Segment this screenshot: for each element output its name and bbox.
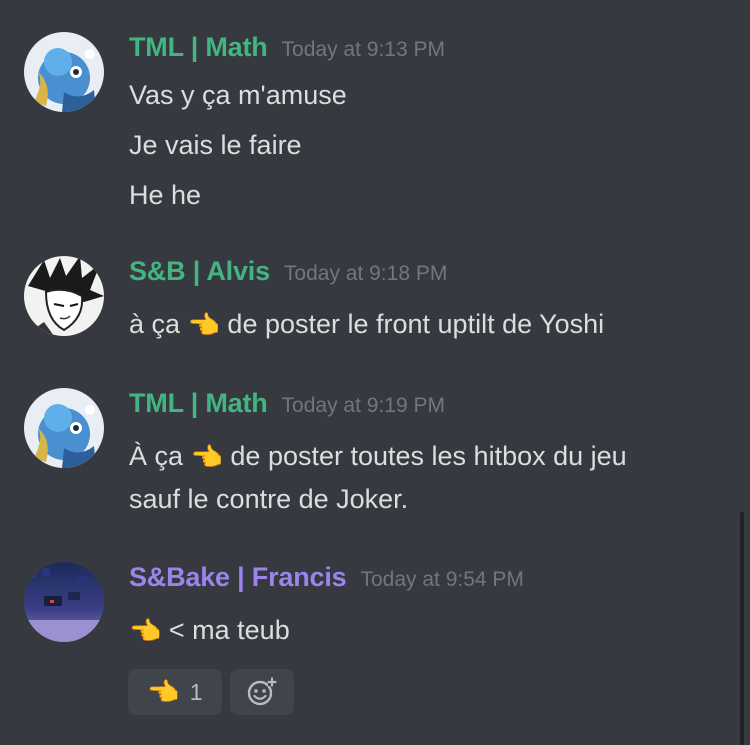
message-text: À ça 👈 de poster toutes les hitbox du je… bbox=[129, 441, 627, 473]
timestamp: Today at 9:54 PM bbox=[360, 568, 524, 591]
message-text-part: À ça bbox=[129, 441, 191, 471]
message-text: Vas y ça m'amuse bbox=[129, 80, 347, 110]
dark-night-avatar-icon bbox=[24, 562, 104, 642]
message-text: à ça 👈 de poster le front uptilt de Yosh… bbox=[129, 309, 604, 341]
blue-character-avatar-icon bbox=[24, 388, 104, 468]
avatar[interactable] bbox=[24, 562, 104, 642]
message-text-part: à ça bbox=[129, 309, 188, 339]
avatar[interactable] bbox=[24, 388, 104, 468]
message-text: Je vais le faire bbox=[129, 130, 302, 160]
username[interactable]: TML | Math bbox=[129, 388, 268, 418]
backhand-index-pointing-left-icon: 👈 bbox=[187, 310, 220, 341]
blue-character-avatar-icon bbox=[24, 32, 104, 112]
reaction-count: 1 bbox=[189, 678, 203, 705]
timestamp: Today at 9:19 PM bbox=[281, 394, 445, 417]
message-text-part: de poster le front uptilt de Yoshi bbox=[219, 309, 605, 339]
avatar[interactable] bbox=[24, 256, 104, 336]
reaction-button[interactable]: 👈 1 bbox=[128, 669, 222, 715]
manga-sketch-avatar-icon bbox=[24, 256, 104, 336]
message-header: S&B | Alvis Today at 9:18 PM bbox=[129, 256, 447, 287]
avatar[interactable] bbox=[24, 32, 104, 112]
chat-messages: TML | Math Today at 9:13 PM Vas y ça m'am… bbox=[0, 0, 750, 745]
username[interactable]: TML | Math bbox=[129, 32, 268, 62]
add-reaction-button[interactable] bbox=[230, 669, 294, 715]
backhand-index-pointing-left-icon: 👈 bbox=[190, 442, 223, 473]
message-header: TML | Math Today at 9:19 PM bbox=[129, 388, 445, 419]
username[interactable]: S&B | Alvis bbox=[129, 256, 270, 286]
scrollbar[interactable] bbox=[740, 512, 744, 745]
message-text: sauf le contre de Joker. bbox=[129, 484, 409, 514]
timestamp: Today at 9:18 PM bbox=[283, 262, 448, 285]
backhand-index-pointing-left-icon: 👈 bbox=[147, 676, 180, 707]
username[interactable]: S&Bake | Francis bbox=[129, 562, 347, 592]
timestamp: Today at 9:13 PM bbox=[281, 38, 445, 61]
message-text-part: de poster toutes les hitbox du jeu bbox=[222, 441, 627, 471]
message-text: He he bbox=[129, 180, 202, 210]
message-header: TML | Math Today at 9:13 PM bbox=[129, 32, 445, 63]
backhand-index-pointing-left-icon: 👈 bbox=[129, 616, 162, 647]
message-text: 👈 < ma teub bbox=[129, 615, 290, 647]
message-text-part: < ma teub bbox=[161, 615, 290, 645]
add-reaction-icon bbox=[247, 677, 277, 706]
message-header: S&Bake | Francis Today at 9:54 PM bbox=[129, 562, 524, 593]
